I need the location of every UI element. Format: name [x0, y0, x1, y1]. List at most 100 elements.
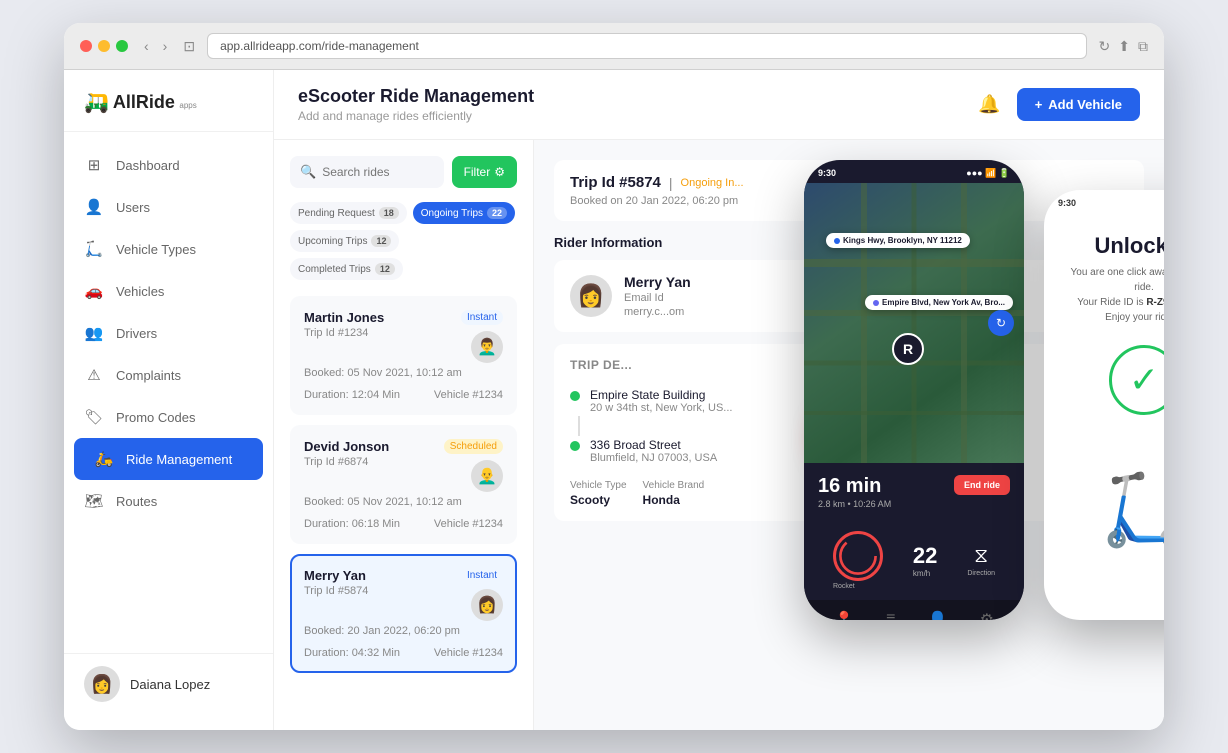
ride-stats: 16 min 2.8 km • 10:26 AM End ride [804, 463, 1024, 521]
sidebar-label-ride-management: Ride Management [126, 452, 232, 467]
filter-icon: ⚙ [494, 165, 505, 179]
search-input[interactable] [322, 165, 433, 179]
tab-ongoing[interactable]: Ongoing Trips 22 [413, 202, 515, 224]
filter-button[interactable]: Filter ⚙ [452, 156, 517, 188]
sidebar-label-routes: Routes [116, 494, 157, 509]
logo-sub: apps [179, 101, 196, 110]
map-view: Kings Hwy, Brooklyn, NY 11212 Empire Blv… [804, 183, 1024, 463]
tab-pending-label: Pending Request [298, 208, 375, 219]
dest-dot [873, 300, 879, 306]
ride-duration: Duration: 04:32 Min [304, 647, 400, 659]
reload-icon[interactable]: ↻ [1099, 38, 1111, 55]
tab-pending[interactable]: Pending Request 18 [290, 202, 407, 224]
browser-chrome: ‹ › ⊡ app.allrideapp.com/ride-management… [64, 23, 1164, 70]
sidebar-item-vehicles[interactable]: 🚗 Vehicles [64, 270, 273, 312]
rider-info-avatar: 👩 [570, 275, 612, 317]
app-layout: 🛺 AllRide apps ⊞ Dashboard 👤 Users [64, 70, 1164, 730]
tab-completed-label: Completed Trips [298, 264, 371, 275]
speed-value: 22 [913, 543, 937, 569]
drivers-icon: 👥 [84, 323, 104, 343]
sidebar-item-routes[interactable]: 🗺 Routes [64, 480, 273, 522]
origin-pin-text: Kings Hwy, Brooklyn, NY 11212 [843, 236, 962, 245]
sidebar-item-dashboard[interactable]: ⊞ Dashboard [64, 144, 273, 186]
tab-completed[interactable]: Completed Trips 12 [290, 258, 403, 280]
main-content: eScooter Ride Management Add and manage … [274, 70, 1164, 730]
nav-profile-icon[interactable]: 👤 [928, 610, 948, 620]
sidebar-item-complaints[interactable]: ⚠ Complaints [64, 354, 273, 396]
ride-vehicle: Vehicle #1234 [434, 518, 503, 530]
sidebar-label-promo: Promo Codes [116, 410, 195, 425]
ride-id-value: R-Z9XJHYG0. [1146, 297, 1164, 308]
ride-id-label: Your Ride ID is [1077, 297, 1143, 308]
header-text: eScooter Ride Management Add and manage … [298, 86, 534, 123]
minimize-button[interactable] [98, 40, 110, 52]
notification-button[interactable]: 🔔 [978, 94, 1000, 115]
users-icon: 👤 [84, 197, 104, 217]
trip-id-text: Trip Id #5874 [570, 174, 661, 191]
sidebar-item-ride-management[interactable]: 🛵 Ride Management [74, 438, 263, 480]
trip-id: Trip Id #1234 [304, 327, 384, 339]
origin-city: 20 w 34th st, New York, US... [590, 402, 732, 414]
sidebar-toggle-icon[interactable]: ⊡ [183, 38, 195, 55]
ride-booked: Booked: 05 Nov 2021, 10:12 am [304, 367, 503, 379]
maximize-button[interactable] [116, 40, 128, 52]
promo-icon: 🏷 [84, 407, 104, 427]
rider-name: Merry Yan [304, 568, 368, 583]
origin-address: Empire State Building [590, 388, 732, 402]
dest-pin-text: Empire Blvd, New York Av, Bro... [882, 298, 1005, 307]
dest-city: Blumfield, NJ 07003, USA [590, 452, 717, 464]
tabs-icon[interactable]: ⧉ [1138, 38, 1148, 55]
phone-map-mockup: 9:30 ●●● 📶 🔋 [804, 160, 1024, 620]
rider-avatar: 👨‍🦱 [471, 331, 503, 363]
complaints-icon: ⚠ [84, 365, 104, 385]
sidebar-label-dashboard: Dashboard [116, 158, 180, 173]
enjoy-text: Enjoy your ride !!! [1105, 312, 1164, 323]
forward-button[interactable]: › [159, 36, 172, 56]
compass-icon: ⧖ [967, 545, 995, 568]
rider-avatar: 👨‍🦲 [471, 460, 503, 492]
checkmark-circle: ✓ [1109, 345, 1164, 415]
sidebar-item-promo-codes[interactable]: 🏷 Promo Codes [64, 396, 273, 438]
sidebar-label-vehicles: Vehicles [116, 284, 164, 299]
end-ride-button[interactable]: End ride [954, 475, 1010, 495]
map-refresh-button[interactable]: ↻ [988, 310, 1014, 336]
nav-location-icon[interactable]: 📍 [834, 610, 854, 620]
phone1-signal: ●●● 📶 🔋 [966, 168, 1010, 179]
map-origin-pin: Kings Hwy, Brooklyn, NY 11212 [826, 233, 970, 248]
sidebar-item-vehicle-types[interactable]: 🛴 Vehicle Types [64, 228, 273, 270]
traffic-lights [80, 40, 128, 52]
list-item[interactable]: Devid Jonson Trip Id #6874 Scheduled 👨‍🦲… [290, 425, 517, 544]
speed-gauge [833, 531, 883, 581]
gauge-svg [833, 534, 883, 578]
content-area: 🔍 Filter ⚙ Pending Request 18 [274, 140, 1164, 730]
tab-upcoming[interactable]: Upcoming Trips 12 [290, 230, 399, 252]
origin-dot [834, 238, 840, 244]
ride-duration: Duration: 06:18 Min [304, 518, 400, 530]
route-end-dot [570, 441, 580, 451]
tab-upcoming-count: 12 [371, 235, 391, 247]
close-button[interactable] [80, 40, 92, 52]
back-button[interactable]: ‹ [140, 36, 153, 56]
rider-info-name: Merry Yan [624, 274, 691, 290]
dashboard-icon: ⊞ [84, 155, 104, 175]
add-icon: + [1035, 97, 1043, 112]
checkmark-icon: ✓ [1129, 359, 1159, 401]
list-item[interactable]: Martin Jones Trip Id #1234 Instant 👨‍🦱 B… [290, 296, 517, 415]
unlock-header: Unlocked You are one click away from you… [1044, 213, 1164, 335]
add-vehicle-button[interactable]: + Add Vehicle [1017, 88, 1140, 121]
ride-type: Instant [461, 310, 503, 325]
url-bar[interactable]: app.allrideapp.com/ride-management [207, 33, 1086, 59]
sidebar-item-users[interactable]: 👤 Users [64, 186, 273, 228]
search-icon: 🔍 [300, 164, 316, 180]
share-icon[interactable]: ⬆ [1118, 38, 1130, 55]
sidebar-item-drivers[interactable]: 👥 Drivers [64, 312, 273, 354]
refresh-icon: ↻ [996, 316, 1006, 330]
sidebar-nav: ⊞ Dashboard 👤 Users 🛴 Vehicle Types 🚗 Ve… [64, 132, 273, 653]
sidebar-user[interactable]: 👩 Daiana Lopez [64, 653, 273, 714]
nav-settings-icon[interactable]: ⚙ [980, 610, 994, 620]
list-item[interactable]: Merry Yan Trip Id #5874 Instant 👩 Booked… [290, 554, 517, 673]
speed-row: Rocket 22 km/h ⧖ Direction [804, 521, 1024, 600]
person-scooter-icon: 🛴 [1100, 475, 1164, 545]
nav-list-icon[interactable]: ≡ [886, 610, 895, 620]
ride-type: Instant [461, 568, 503, 583]
